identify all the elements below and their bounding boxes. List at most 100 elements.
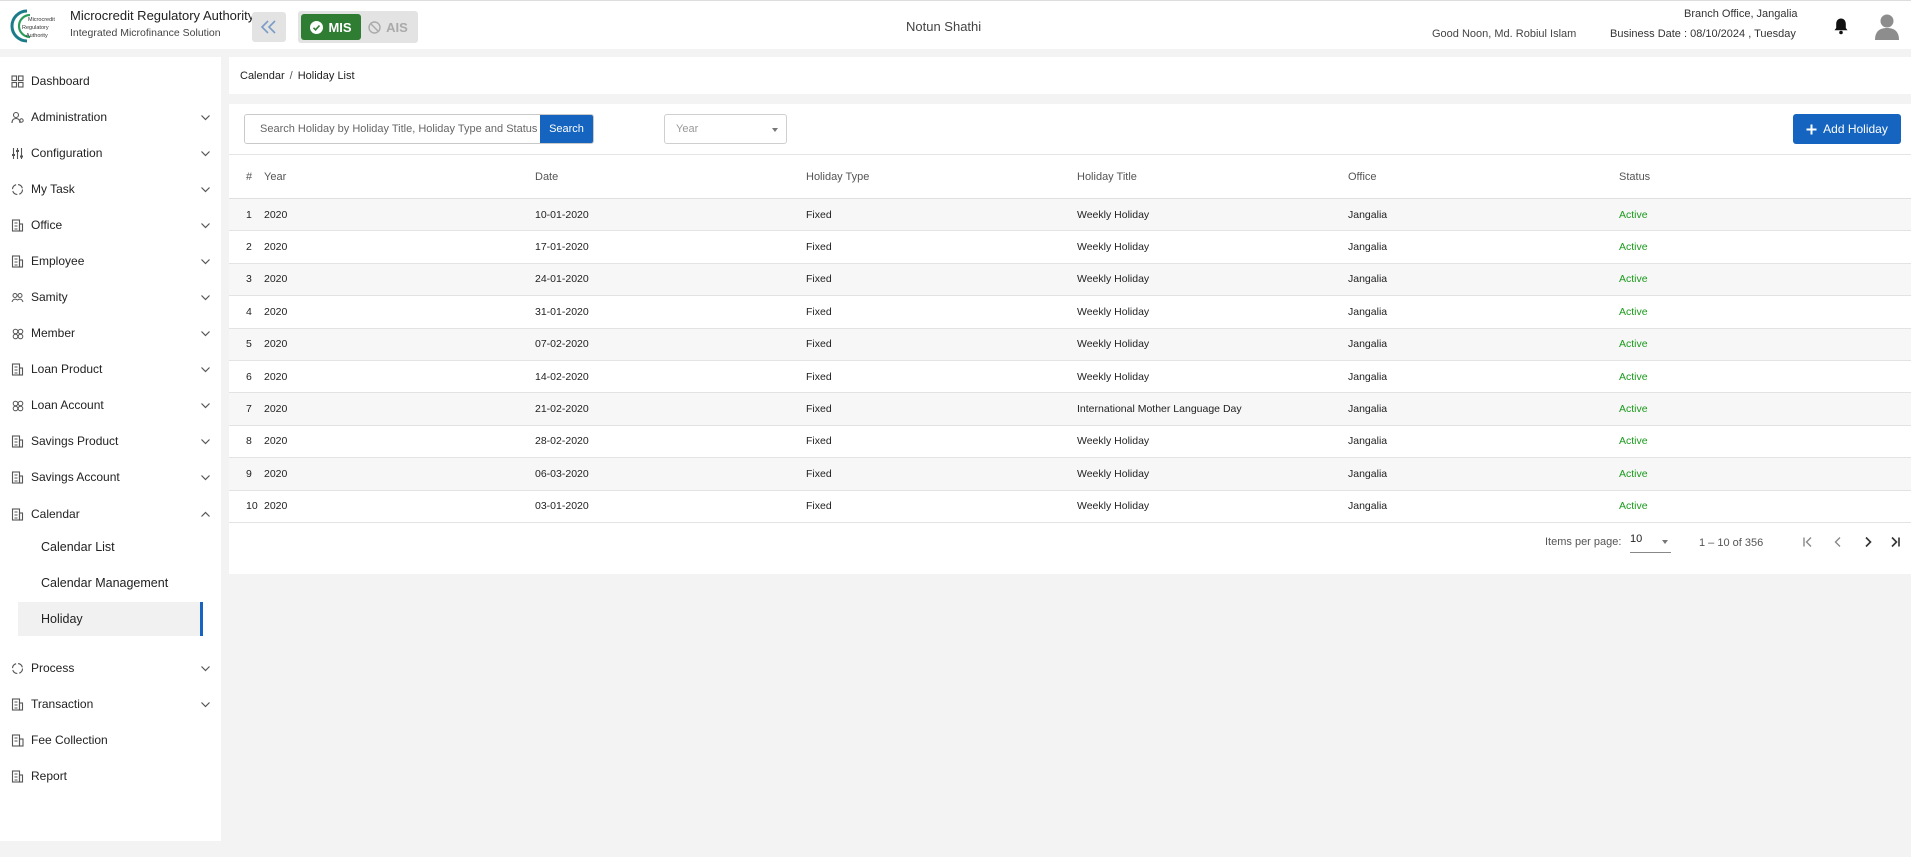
previous-page-button[interactable] — [1829, 533, 1847, 551]
cell-holiday-type: Fixed — [806, 208, 832, 221]
chevron-right-icon — [1865, 536, 1872, 548]
business-date: Business Date : 08/10/2024 , Tuesday — [1610, 28, 1796, 40]
sidebar-item-dashboard[interactable]: Dashboard — [0, 67, 221, 95]
sidebar-item-process[interactable]: Process — [0, 654, 221, 682]
process-icon — [11, 662, 24, 675]
cell-index: 1 — [246, 208, 252, 221]
last-page-icon — [1891, 536, 1900, 548]
column-header-year: Year — [264, 170, 287, 183]
table-row[interactable]: 8 2020 28-02-2020 Fixed Weekly Holiday Jangal… — [229, 425, 1911, 458]
last-page-button[interactable] — [1886, 533, 1904, 551]
table-row[interactable]: 2 2020 17-01-2020 Fixed Weekly Holiday Jangal… — [229, 230, 1911, 264]
add-holiday-button[interactable]: Add Holiday — [1793, 114, 1901, 144]
cell-index: 5 — [246, 338, 252, 351]
items-per-page-value: 10 — [1630, 533, 1643, 545]
user-greeting: Good Noon, Md. Robiul Islam — [1432, 28, 1577, 40]
sidebar-item-administration[interactable]: Administration — [0, 103, 221, 131]
sidebar-item-label: My Task — [31, 182, 75, 196]
user-avatar[interactable] — [1874, 13, 1900, 41]
mis-mode-button[interactable]: MIS — [301, 14, 361, 40]
cell-date: 17-01-2020 — [535, 241, 589, 254]
mis-label: MIS — [328, 19, 352, 35]
cell-index: 3 — [246, 273, 252, 286]
cell-holiday-type: Fixed — [806, 435, 832, 448]
cell-holiday-title: Weekly Holiday — [1077, 273, 1150, 286]
first-page-button[interactable] — [1799, 533, 1817, 551]
cell-year: 2020 — [264, 338, 288, 351]
chevron-down-icon — [200, 436, 211, 447]
table-row[interactable]: 1 2020 10-01-2020 Fixed Weekly Holiday Jangal… — [229, 198, 1911, 231]
sidebar-item-savings-account[interactable]: Savings Account — [0, 463, 221, 491]
table-row[interactable]: 5 2020 07-02-2020 Fixed Weekly Holiday Jangal… — [229, 328, 1911, 361]
table-row[interactable]: 9 2020 06-03-2020 Fixed Weekly Holiday Jangal… — [229, 457, 1911, 491]
sidebar-item-label: Dashboard — [31, 74, 90, 88]
sidebar-item-loan-product[interactable]: Loan Product — [0, 355, 221, 383]
table-row[interactable]: 10 2020 03-01-2020 Fixed Weekly Holiday Janga… — [229, 490, 1911, 523]
sidebar-item-configuration[interactable]: Configuration — [0, 139, 221, 167]
cell-holiday-type: Fixed — [806, 500, 832, 513]
chevron-down-icon — [200, 472, 211, 483]
cell-holiday-title: Weekly Holiday — [1077, 338, 1150, 351]
year-select[interactable]: Year — [664, 114, 787, 144]
cell-office: Jangalia — [1348, 338, 1388, 351]
mra-logo: Microcredit Regulatory Authority — [8, 7, 64, 45]
sidebar-subitem-holiday[interactable]: Holiday — [18, 602, 203, 636]
ais-mode-button[interactable]: AIS — [361, 14, 415, 40]
sidebar-item-fee-collection[interactable]: Fee Collection — [0, 726, 221, 754]
sidebar-subitem-calendar-management[interactable]: Calendar Management — [18, 566, 203, 600]
sidebar-item-member[interactable]: Member — [0, 319, 221, 347]
sidebar-item-label: Samity — [31, 290, 68, 304]
double-chevron-left-icon — [260, 20, 276, 34]
cell-holiday-title: Weekly Holiday — [1077, 305, 1150, 318]
chevron-left-icon — [1834, 537, 1841, 547]
search-input[interactable] — [245, 115, 540, 143]
table-row[interactable]: 6 2020 14-02-2020 Fixed Weekly Holiday Jangal… — [229, 360, 1911, 393]
sidebar-item-samity[interactable]: Samity — [0, 283, 221, 311]
breadcrumb-calendar[interactable]: Calendar — [240, 70, 285, 82]
collapse-sidebar-button[interactable] — [252, 12, 286, 42]
cell-year: 2020 — [264, 370, 288, 383]
org-subtitle: Integrated Microfinance Solution — [70, 27, 221, 39]
table-row[interactable]: 3 2020 24-01-2020 Fixed Weekly Holiday Jangal… — [229, 263, 1911, 296]
cell-holiday-title: Weekly Holiday — [1077, 500, 1150, 513]
chevron-down-icon — [200, 699, 211, 710]
items-per-page-label: Items per page: — [1545, 536, 1622, 548]
sidebar-item-label: Loan Product — [31, 362, 103, 376]
sidebar-item-employee[interactable]: Employee — [0, 247, 221, 275]
mode-switch: MIS AIS — [298, 11, 418, 43]
branch-name: Branch Office, Jangalia — [1684, 8, 1798, 20]
sidebar-item-calendar[interactable]: Calendar — [0, 500, 221, 528]
sidebar-item-transaction[interactable]: Transaction — [0, 690, 221, 718]
cell-year: 2020 — [264, 208, 288, 221]
loan-product-icon — [11, 362, 24, 376]
sidebar-item-savings-product[interactable]: Savings Product — [0, 427, 221, 455]
notification-bell-icon[interactable] — [1833, 17, 1849, 35]
cell-holiday-title: Weekly Holiday — [1077, 370, 1150, 383]
cell-year: 2020 — [264, 435, 288, 448]
sidebar-subitem-calendar-list[interactable]: Calendar List — [18, 530, 203, 564]
cell-date: 14-02-2020 — [535, 370, 589, 383]
cell-office: Jangalia — [1348, 208, 1388, 221]
sidebar-item-label: Loan Account — [31, 398, 104, 412]
chevron-down-icon — [200, 112, 211, 123]
sidebar-item-report[interactable]: Report — [0, 762, 221, 790]
search-button[interactable]: Search — [540, 115, 593, 143]
items-per-page-select[interactable]: 10 — [1630, 533, 1671, 553]
samity-icon — [11, 291, 24, 304]
sidebar-item-label: Savings Account — [31, 470, 120, 484]
member-icon — [11, 327, 24, 340]
cell-date: 10-01-2020 — [535, 208, 589, 221]
next-page-button[interactable] — [1859, 533, 1877, 551]
svg-text:Regulatory: Regulatory — [22, 25, 49, 31]
table-row[interactable]: 7 2020 21-02-2020 Fixed International Mother… — [229, 392, 1911, 426]
table-row[interactable]: 4 2020 31-01-2020 Fixed Weekly Holiday Jangal… — [229, 295, 1911, 329]
admin-icon — [11, 111, 24, 124]
sidebar-item-office[interactable]: Office — [0, 211, 221, 239]
svg-text:Authority: Authority — [26, 33, 48, 39]
sliders-icon — [11, 147, 24, 160]
transaction-icon — [11, 697, 24, 711]
sidebar-item-loan-account[interactable]: Loan Account — [0, 391, 221, 419]
cell-year: 2020 — [264, 467, 288, 480]
sidebar-item-my-task[interactable]: My Task — [0, 175, 221, 203]
plus-icon — [1806, 124, 1817, 134]
